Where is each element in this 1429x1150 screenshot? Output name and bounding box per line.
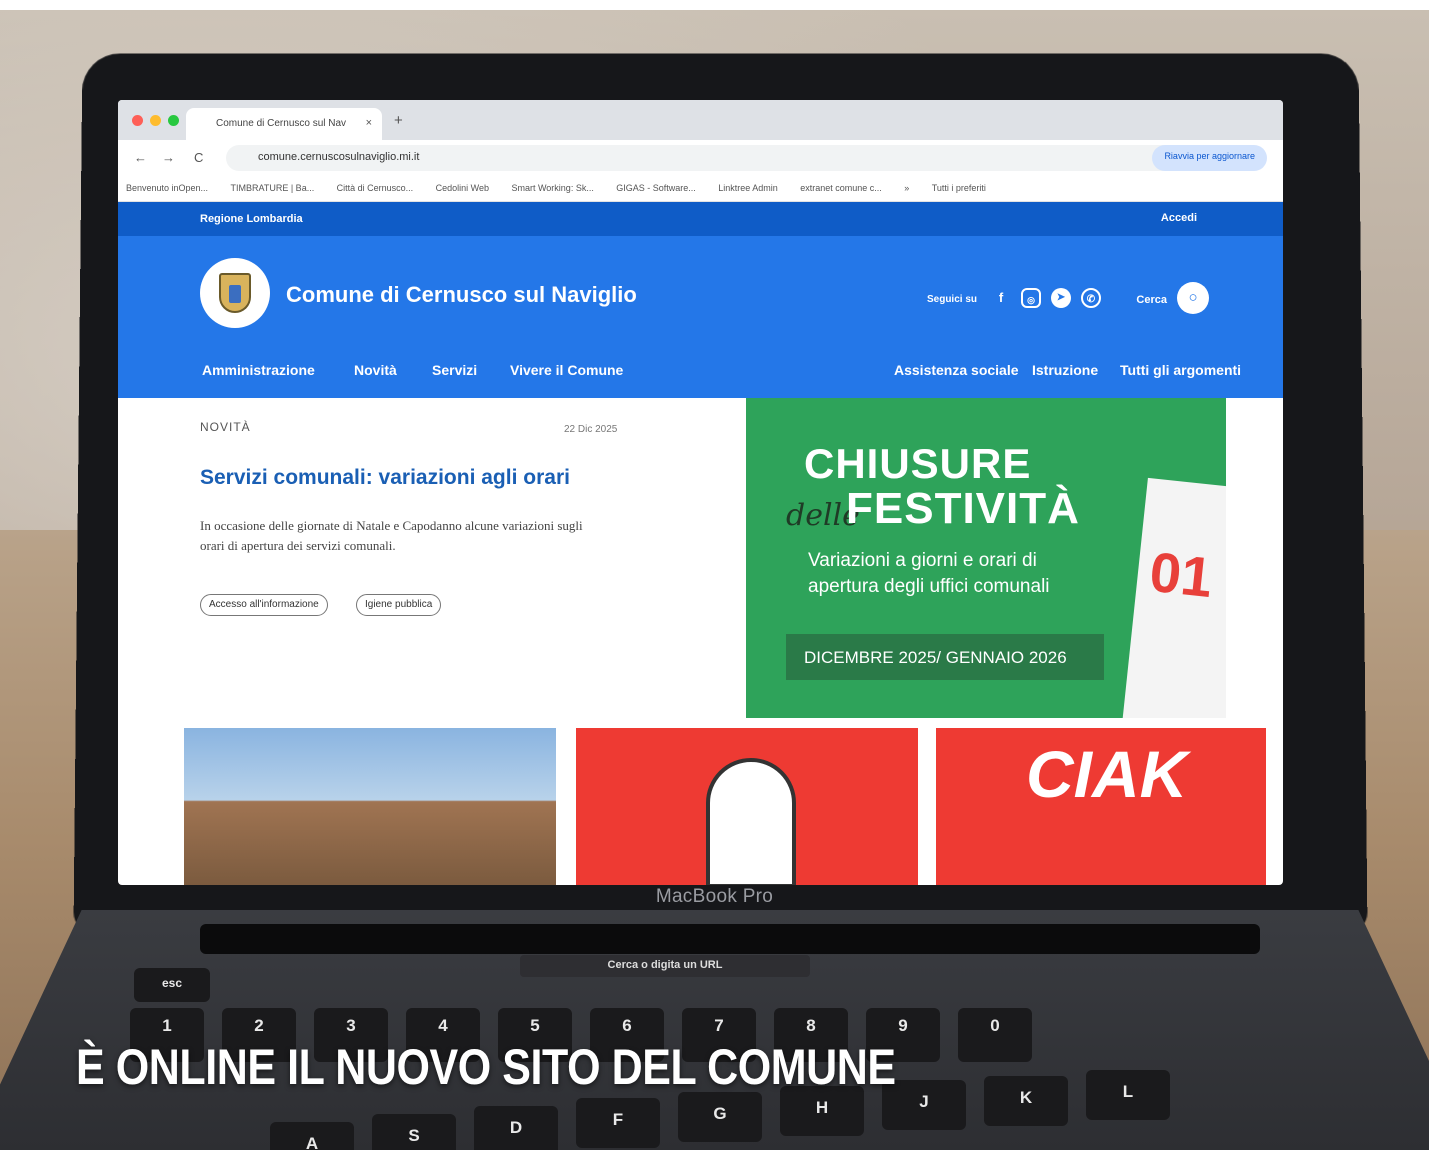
facebook-icon[interactable]: f (991, 288, 1011, 308)
banner-dates: DICEMBRE 2025/ GENNAIO 2026 (786, 634, 1104, 680)
thumbnail-ciak[interactable]: CIAK (936, 728, 1266, 885)
browser-tab-bar: Comune di Cernusco sul Nav × + (118, 100, 1283, 140)
forward-arrow-icon[interactable]: → (162, 150, 175, 165)
site-header: Comune di Cernusco sul Naviglio Seguici … (118, 236, 1283, 346)
key-esc[interactable]: esc (134, 968, 210, 1002)
laptop-brand-label: MacBook Pro (655, 886, 774, 907)
login-button[interactable]: Accedi (1161, 212, 1197, 224)
banner-subtitle: Variazioni a giorni e orari di apertura … (808, 550, 1050, 597)
key-0[interactable]: 0 (958, 1008, 1032, 1062)
bookmarks-overflow-icon[interactable]: » (904, 183, 909, 193)
key-g[interactable]: G (678, 1092, 762, 1142)
thumbnail-farmhouse[interactable] (184, 728, 556, 885)
caption-headline: È ONLINE IL NUOVO SITO DEL COMUNE (76, 1039, 896, 1095)
key-s[interactable]: S (372, 1114, 456, 1150)
bookmark-item[interactable]: Smart Working: Sk... (511, 183, 593, 193)
news-date: 22 Dic 2025 (564, 424, 618, 435)
touchbar-search[interactable]: Cerca o digita un URL (520, 955, 810, 977)
bookmark-item[interactable]: extranet comune c... (800, 183, 882, 193)
telegram-icon[interactable]: ➤ (1051, 288, 1071, 308)
follow-us-label: Seguici su (926, 294, 977, 305)
close-window-icon[interactable] (132, 115, 143, 126)
banner-headline-2: FESTIVITÀ (846, 484, 1080, 533)
tab-close-icon[interactable]: × (366, 117, 372, 129)
update-browser-button[interactable]: Riavvia per aggiornare (1152, 145, 1267, 171)
crest-shield-icon (219, 273, 251, 313)
instagram-icon[interactable]: ◎ (1021, 288, 1041, 308)
news-title[interactable]: Servizi comunali: variazioni agli orari (200, 466, 570, 490)
minimize-window-icon[interactable] (150, 115, 161, 126)
tag-chip[interactable]: Accesso all'informazione (200, 594, 328, 616)
main-navigation: Amministrazione Novità Servizi Vivere il… (118, 346, 1283, 398)
address-bar[interactable]: comune.cernuscosulnaviglio.mi.it (226, 145, 1236, 171)
new-tab-icon[interactable]: + (394, 112, 403, 129)
nav-novita[interactable]: Novità (354, 362, 397, 378)
calendar-illustration: 01 (1120, 477, 1226, 718)
tag-chip[interactable]: Igiene pubblica (356, 594, 442, 616)
holiday-closures-banner[interactable]: CHIUSURE delle FESTIVITÀ Variazioni a gi… (746, 398, 1226, 718)
news-card: NOVITÀ 22 Dic 2025 Servizi comunali: var… (118, 398, 738, 718)
browser-toolbar: ← → C comune.cernuscosulnaviglio.mi.it R… (118, 140, 1283, 176)
ciak-title: CIAK (1026, 737, 1188, 811)
bookmark-item[interactable]: TIMBRATURE | Ba... (231, 183, 315, 193)
reload-icon[interactable]: C (194, 150, 203, 165)
bookmark-item[interactable]: Linktree Admin (718, 183, 778, 193)
laptop-photo: Comune di Cernusco sul Nav × + ← → C com… (0, 10, 1429, 1150)
bookmark-item[interactable]: Città di Cernusco... (337, 183, 414, 193)
bookmark-item[interactable]: Cedolini Web (436, 183, 489, 193)
tab-title: Comune di Cernusco sul Nav (216, 118, 347, 129)
region-bar: Regione Lombardia Accedi (118, 202, 1283, 236)
banner-headline-1: CHIUSURE (804, 440, 1032, 487)
key-f[interactable]: F (576, 1098, 660, 1148)
nav-vivere-il-comune[interactable]: Vivere il Comune (510, 362, 623, 378)
search-label: Cerca (1136, 294, 1167, 306)
nav-amministrazione[interactable]: Amministrazione (202, 362, 315, 378)
key-k[interactable]: K (984, 1076, 1068, 1126)
key-l[interactable]: L (1086, 1070, 1170, 1120)
url-text: comune.cernuscosulnaviglio.mi.it (258, 151, 420, 163)
thumbnail-tram[interactable] (576, 728, 918, 885)
nav-tutti-gli-argomenti[interactable]: Tutti gli argomenti (1120, 362, 1241, 378)
nav-istruzione[interactable]: Istruzione (1032, 362, 1098, 378)
laptop-screen: Comune di Cernusco sul Nav × + ← → C com… (118, 100, 1283, 885)
key-a[interactable]: A (270, 1122, 354, 1150)
touch-bar (200, 924, 1260, 954)
bookmark-item[interactable]: GIGAS - Software... (616, 183, 696, 193)
tram-icon (706, 758, 796, 885)
bookmark-item[interactable]: Benvenuto inOpen... (126, 183, 208, 193)
news-kicker: NOVITÀ (200, 420, 251, 434)
region-link[interactable]: Regione Lombardia (200, 213, 303, 225)
maximize-window-icon[interactable] (168, 115, 179, 126)
site-title[interactable]: Comune di Cernusco sul Naviglio (286, 282, 637, 308)
calendar-number: 01 (1146, 539, 1216, 610)
key-d[interactable]: D (474, 1106, 558, 1150)
whatsapp-icon[interactable]: ✆ (1081, 288, 1101, 308)
municipality-crest-logo[interactable] (200, 258, 270, 328)
search-icon[interactable]: ○ (1177, 282, 1209, 314)
all-bookmarks-item[interactable]: Tutti i preferiti (932, 183, 986, 193)
nav-assistenza-sociale[interactable]: Assistenza sociale (894, 362, 1019, 378)
bookmarks-bar: Benvenuto inOpen... TIMBRATURE | Ba... C… (118, 176, 1283, 202)
back-arrow-icon[interactable]: ← (134, 150, 147, 165)
news-thumbnails: CIAK (118, 728, 1283, 885)
keyboard-keys: esc 1 2 3 4 5 6 7 8 9 0 A S D F G H J K … (0, 10, 1429, 1150)
browser-tab[interactable]: Comune di Cernusco sul Nav × (186, 108, 382, 140)
news-text: In occasione delle giornate di Natale e … (200, 518, 583, 553)
nav-servizi[interactable]: Servizi (432, 362, 477, 378)
